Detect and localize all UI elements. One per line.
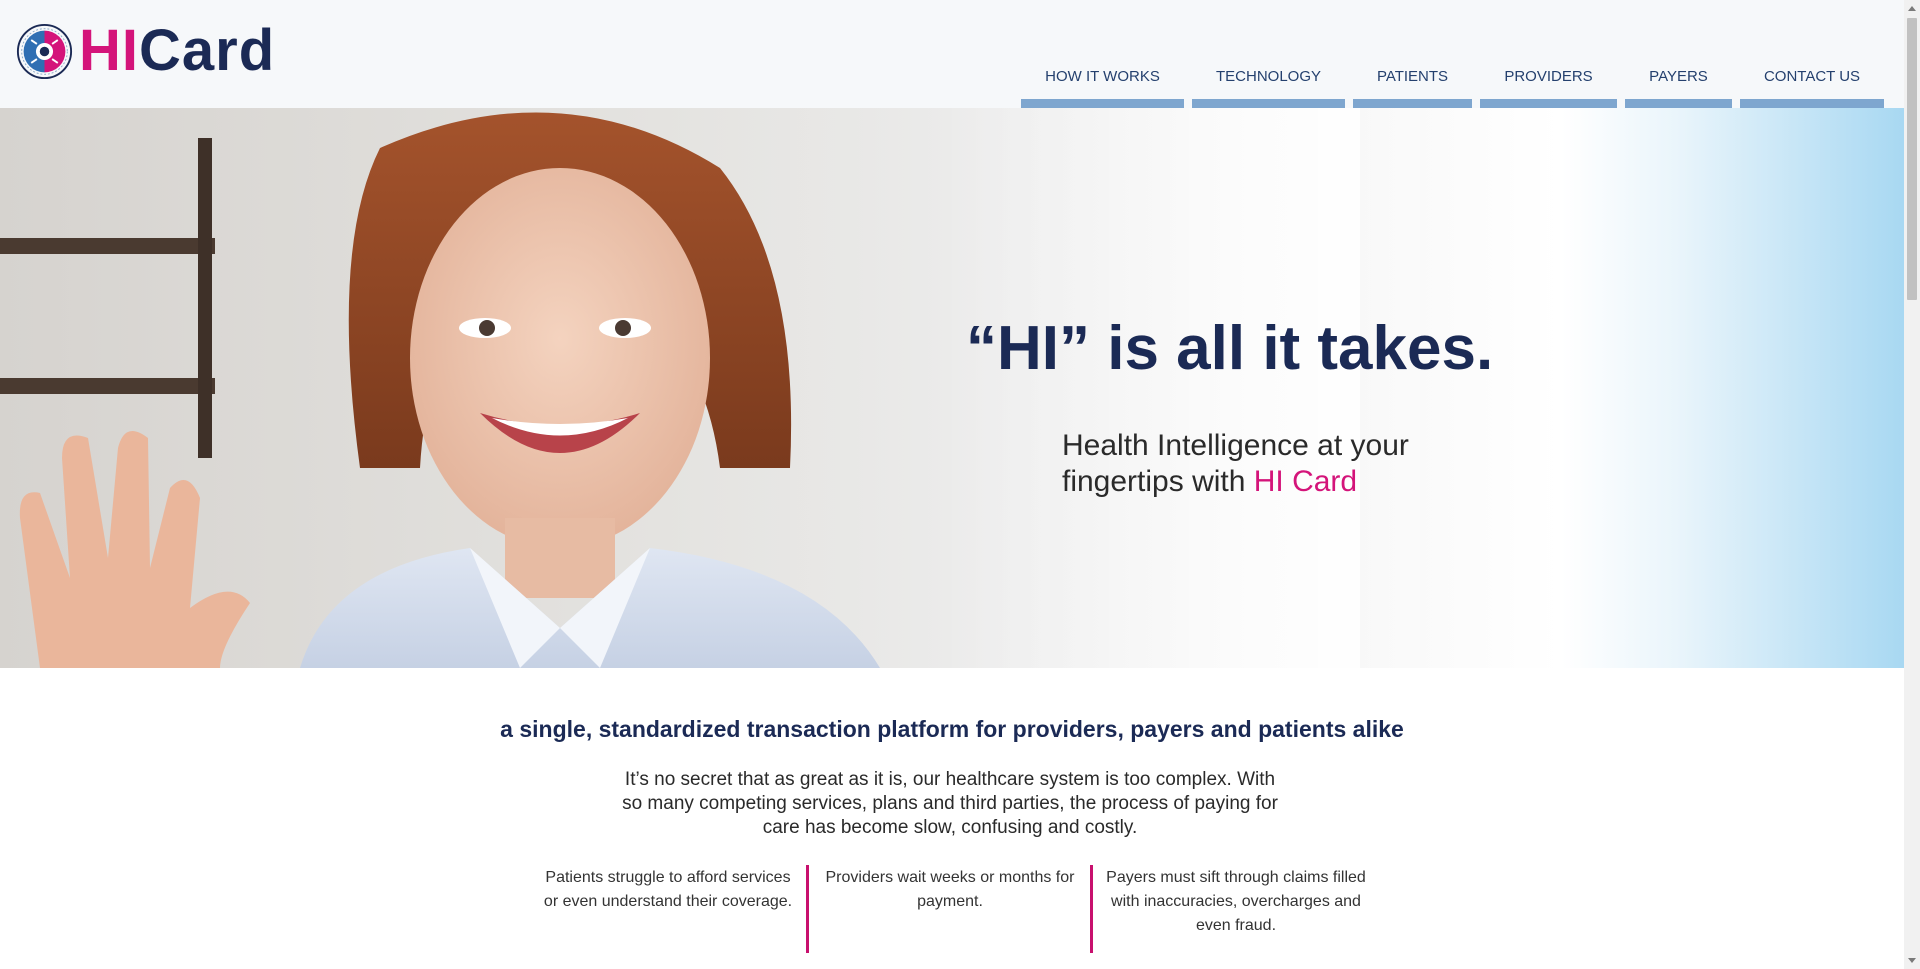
- logo-hi: HI: [79, 18, 139, 83]
- hicard-logo[interactable]: HICard: [16, 22, 275, 80]
- nav-label: CONTACT US: [1763, 68, 1861, 85]
- nav-label: HOW IT WORKS: [1045, 68, 1160, 85]
- nav-how-it-works[interactable]: HOW IT WORKS: [1021, 64, 1184, 108]
- hero-photo-woman-waving: [0, 108, 1100, 668]
- column-divider: [1090, 865, 1093, 953]
- column-divider: [806, 865, 809, 953]
- nav-label: PAYERS: [1649, 68, 1708, 85]
- providers-problem-text: Providers wait weeks or months for payme…: [825, 869, 1075, 910]
- platform-tagline: a single, standardized transaction platf…: [500, 716, 1404, 742]
- nav-patients[interactable]: PATIENTS: [1353, 64, 1472, 108]
- nav-label: TECHNOLOGY: [1215, 68, 1321, 85]
- payers-problem-text: Payers must sift through claims filled w…: [1106, 869, 1366, 934]
- hero-sub-line2-wrap: fingertips with HI Card: [1062, 464, 1409, 500]
- page-scrollbar[interactable]: [1904, 0, 1920, 969]
- scroll-down-arrow-icon[interactable]: [1908, 958, 1916, 963]
- main-nav: HOW IT WORKS TECHNOLOGY PATIENTS PROVIDE…: [1021, 64, 1884, 108]
- nav-label: PROVIDERS: [1504, 68, 1593, 85]
- nav-payers[interactable]: PAYERS: [1625, 64, 1732, 108]
- logo-wordmark: HICard: [79, 22, 275, 80]
- hero-sub-line2: fingertips with: [1062, 465, 1254, 498]
- hero-headline-rest: is all it takes.: [1090, 314, 1494, 383]
- patients-problem-text: Patients struggle to afford services or …: [543, 869, 793, 910]
- hero-subheadline: Health Intelligence at your fingertips w…: [1062, 428, 1409, 500]
- nav-technology[interactable]: TECHNOLOGY: [1192, 64, 1345, 108]
- hero-sub-line1: Health Intelligence at your: [1062, 429, 1409, 462]
- nav-contact-us[interactable]: CONTACT US: [1740, 64, 1884, 108]
- hero-fade-overlay: [940, 108, 1360, 668]
- hero-banner: “HI” is all it takes. Health Intelligenc…: [0, 108, 1904, 668]
- logo-card: Card: [139, 18, 276, 83]
- scroll-up-arrow-icon[interactable]: [1908, 6, 1916, 11]
- nav-providers[interactable]: PROVIDERS: [1480, 64, 1617, 108]
- hero-sub-brand: HI Card: [1253, 465, 1358, 498]
- logo-emblem-icon: [16, 23, 73, 79]
- hero-headline-quote: “HI”: [966, 314, 1090, 383]
- hero-headline: “HI” is all it takes.: [966, 313, 1493, 384]
- site-header: HICard HOW IT WORKS TECHNOLOGY PATIENTS …: [0, 0, 1904, 108]
- intro-paragraph: It’s no secret that as great as it is, o…: [622, 769, 1278, 838]
- scrollbar-thumb[interactable]: [1907, 18, 1917, 300]
- nav-label: PATIENTS: [1376, 68, 1449, 85]
